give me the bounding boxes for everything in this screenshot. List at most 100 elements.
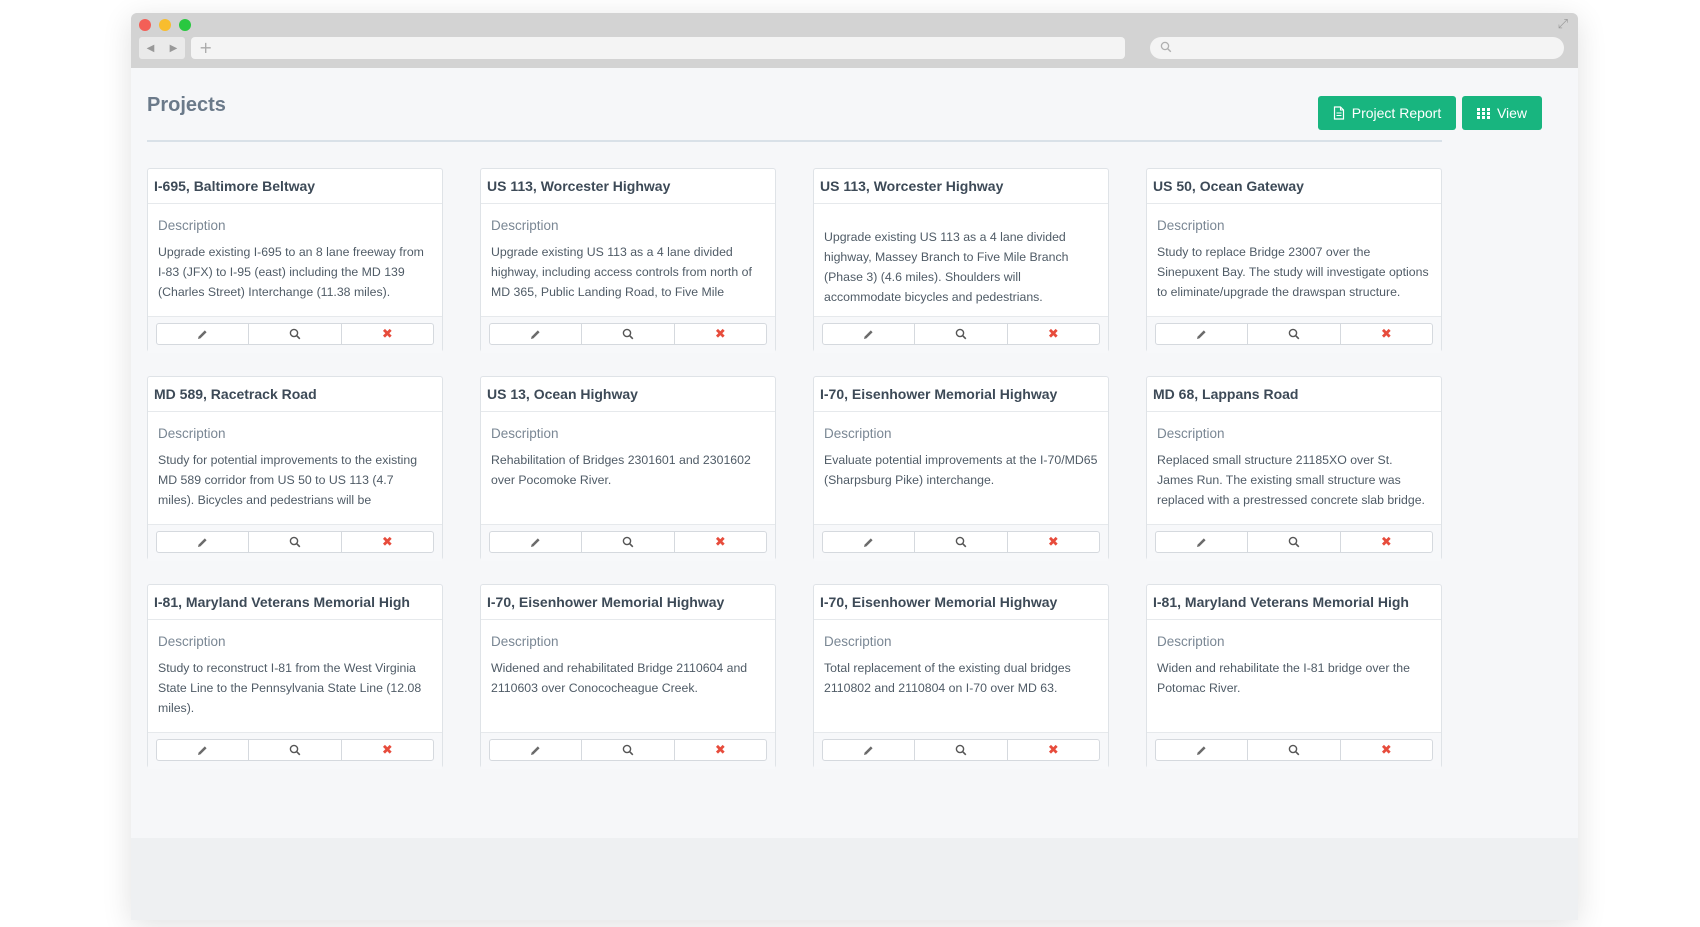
- close-icon: ✖: [1047, 742, 1059, 758]
- project-title: I-70, Eisenhower Memorial Highway: [814, 377, 1108, 412]
- project-title: US 113, Worcester Highway: [481, 169, 775, 204]
- header-divider: [147, 140, 1442, 142]
- grid-icon: [1476, 107, 1490, 119]
- close-icon: ✖: [381, 326, 393, 342]
- delete-button[interactable]: ✖: [1341, 324, 1432, 344]
- project-title: I-70, Eisenhower Memorial Highway: [481, 585, 775, 620]
- description-label: Description: [491, 218, 559, 233]
- delete-button[interactable]: ✖: [342, 532, 433, 552]
- project-title: I-695, Baltimore Beltway: [148, 169, 442, 204]
- edit-button[interactable]: [1156, 324, 1249, 344]
- project-card: MD 68, Lappans Road Description Replaced…: [1146, 376, 1442, 561]
- close-icon: ✖: [714, 326, 726, 342]
- pencil-icon: [531, 537, 540, 547]
- browser-chrome: ⤢ ◀ ▶ +: [131, 13, 1578, 68]
- project-card: US 113, Worcester Highway Description Up…: [480, 168, 776, 353]
- project-card: I-70, Eisenhower Memorial Highway Descri…: [813, 584, 1109, 769]
- card-actions: ✖: [156, 323, 434, 345]
- search-icon: [622, 744, 634, 756]
- project-body: Description Study to reconstruct I-81 fr…: [148, 620, 442, 734]
- nav-buttons: ◀ ▶: [139, 37, 185, 59]
- delete-button[interactable]: ✖: [1341, 532, 1432, 552]
- project-description: Widen and rehabilitate the I-81 bridge o…: [1157, 661, 1410, 695]
- project-title: I-81, Maryland Veterans Memorial High: [1147, 585, 1441, 620]
- edit-button[interactable]: [1156, 532, 1249, 552]
- view-details-button[interactable]: [915, 740, 1008, 760]
- delete-button[interactable]: ✖: [1008, 740, 1099, 760]
- projects-page: Projects Project Report View I-695, Balt…: [131, 68, 1578, 838]
- view-details-button[interactable]: [1248, 324, 1341, 344]
- browser-search-input[interactable]: [1150, 37, 1564, 59]
- card-actions: ✖: [489, 531, 767, 553]
- project-description: Study to replace Bridge 23007 over the S…: [1157, 245, 1429, 299]
- edit-button[interactable]: [157, 740, 250, 760]
- back-icon[interactable]: ◀: [147, 43, 155, 54]
- delete-button[interactable]: ✖: [675, 532, 766, 552]
- maximize-window-icon[interactable]: [179, 19, 191, 31]
- edit-button[interactable]: [823, 532, 916, 552]
- card-actions: ✖: [822, 531, 1100, 553]
- edit-button[interactable]: [490, 532, 583, 552]
- close-icon: ✖: [1047, 534, 1059, 550]
- view-button[interactable]: View: [1462, 96, 1542, 130]
- description-label: Description: [824, 426, 892, 441]
- card-actions: ✖: [822, 323, 1100, 345]
- project-report-button[interactable]: Project Report: [1318, 96, 1456, 130]
- delete-button[interactable]: ✖: [342, 324, 433, 344]
- view-details-button[interactable]: [915, 324, 1008, 344]
- address-bar[interactable]: +: [191, 37, 1125, 59]
- view-details-button[interactable]: [582, 324, 675, 344]
- delete-button[interactable]: ✖: [342, 740, 433, 760]
- page-title: Projects: [147, 94, 226, 116]
- card-actions: ✖: [156, 739, 434, 761]
- view-details-button[interactable]: [249, 532, 342, 552]
- card-footer: ✖: [814, 524, 1108, 561]
- edit-button[interactable]: [490, 324, 583, 344]
- edit-button[interactable]: [157, 324, 250, 344]
- view-details-button[interactable]: [249, 740, 342, 760]
- close-window-icon[interactable]: [139, 19, 151, 31]
- card-actions: ✖: [156, 531, 434, 553]
- delete-button[interactable]: ✖: [1008, 324, 1099, 344]
- card-footer: ✖: [1147, 732, 1441, 769]
- delete-button[interactable]: ✖: [675, 324, 766, 344]
- card-footer: ✖: [481, 524, 775, 561]
- pencil-icon: [864, 329, 873, 339]
- project-description: Widened and rehabilitated Bridge 2110604…: [491, 661, 748, 695]
- view-details-button[interactable]: [582, 740, 675, 760]
- project-title: US 13, Ocean Highway: [481, 377, 775, 412]
- view-details-button[interactable]: [249, 324, 342, 344]
- edit-button[interactable]: [490, 740, 583, 760]
- delete-button[interactable]: ✖: [675, 740, 766, 760]
- browser-window: ⤢ ◀ ▶ + Projects Project Report View I-6…: [131, 13, 1578, 920]
- search-icon: [622, 328, 634, 340]
- edit-button[interactable]: [823, 740, 916, 760]
- fullscreen-icon[interactable]: ⤢: [1558, 17, 1568, 32]
- pencil-icon: [1197, 745, 1206, 755]
- view-details-button[interactable]: [915, 532, 1008, 552]
- project-body: Description Study to replace Bridge 2300…: [1147, 204, 1441, 318]
- delete-button[interactable]: ✖: [1341, 740, 1432, 760]
- view-details-button[interactable]: [1248, 740, 1341, 760]
- view-label: View: [1496, 105, 1528, 121]
- edit-button[interactable]: [157, 532, 250, 552]
- close-icon: ✖: [1380, 326, 1392, 342]
- delete-button[interactable]: ✖: [1008, 532, 1099, 552]
- card-footer: ✖: [481, 316, 775, 353]
- project-description: Rehabilitation of Bridges 2301601 and 23…: [491, 453, 751, 487]
- edit-button[interactable]: [823, 324, 916, 344]
- view-details-button[interactable]: [582, 532, 675, 552]
- forward-icon[interactable]: ▶: [170, 43, 178, 54]
- project-title: MD 68, Lappans Road: [1147, 377, 1441, 412]
- edit-button[interactable]: [1156, 740, 1249, 760]
- project-body: Upgrade existing US 113 as a 4 lane divi…: [814, 204, 1108, 318]
- view-details-button[interactable]: [1248, 532, 1341, 552]
- project-card: I-81, Maryland Veterans Memorial High De…: [1146, 584, 1442, 769]
- project-body: Description Study for potential improvem…: [148, 412, 442, 526]
- new-tab-icon[interactable]: +: [199, 38, 212, 57]
- card-actions: ✖: [1155, 531, 1433, 553]
- minimize-window-icon[interactable]: [159, 19, 171, 31]
- description-label: Description: [1157, 426, 1225, 441]
- search-icon: [1288, 536, 1300, 548]
- search-icon: [289, 744, 301, 756]
